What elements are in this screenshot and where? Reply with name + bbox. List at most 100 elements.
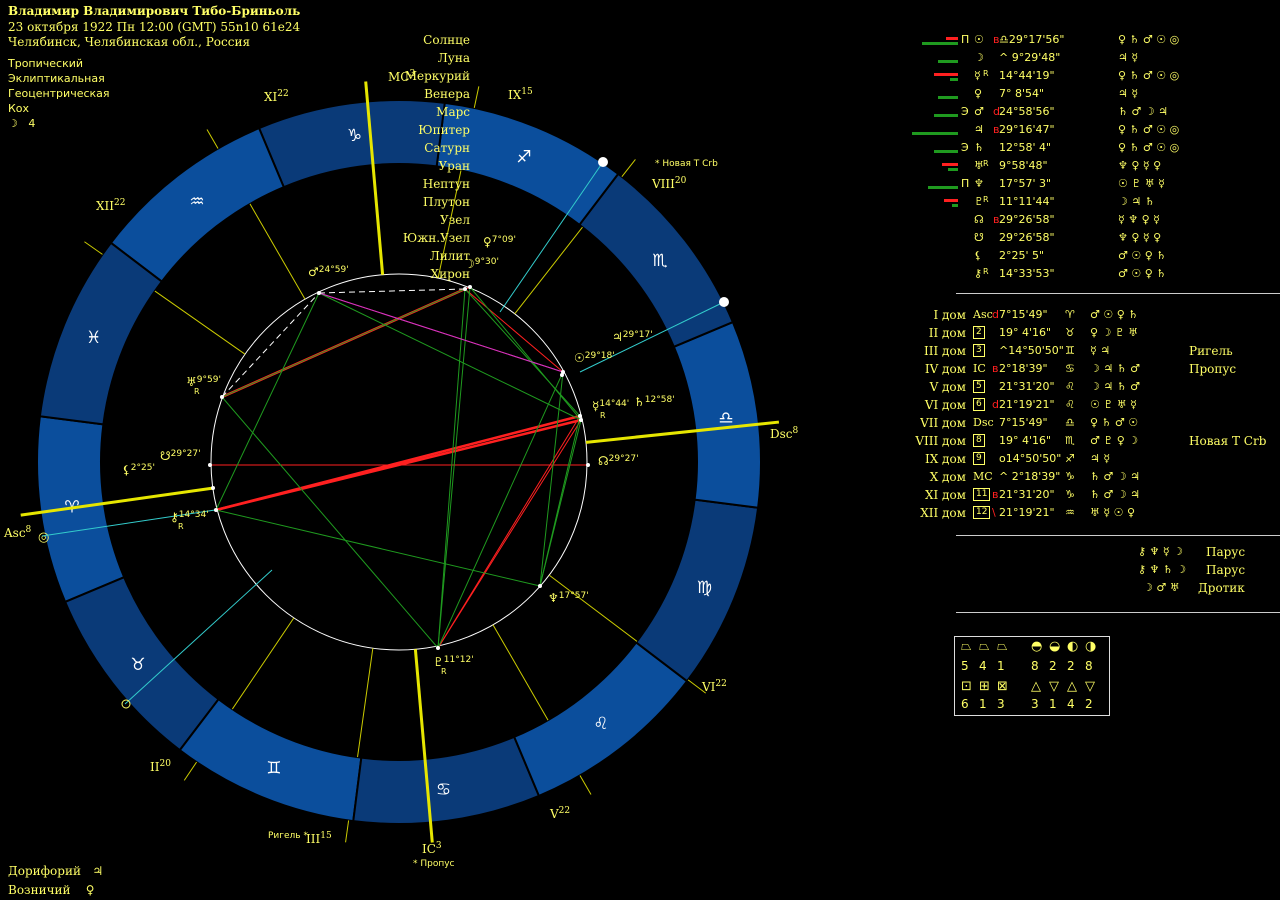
stats-value: 4 [1067, 697, 1075, 711]
planet-icon: ♀ [974, 87, 983, 100]
planet-position: 9°58'48" [999, 159, 1048, 172]
configuration-icons: ⚷ ♆ ♄ ☽ [1138, 563, 1187, 576]
house-star: Пропус [1189, 362, 1237, 376]
house-cusp-tick [345, 820, 350, 843]
planet-position: 29°16'47" [999, 123, 1055, 136]
house-cusp: MC [973, 470, 993, 483]
aspect-line [318, 292, 582, 421]
natal-chart-wheel[interactable]: ♈♉♊♋♌♍♎♏♐♑♒♓MC3IC3Asc8Dsc8◎XI22IX15XII22… [0, 0, 950, 900]
planet-point [220, 395, 224, 399]
divider [956, 293, 1280, 294]
stats-icon: ◐ [1067, 639, 1079, 654]
house-cusp: Dsc [973, 416, 994, 429]
retrograde-mark: R [983, 267, 989, 276]
planet-label: ♅9°59' R [186, 375, 221, 396]
planet-rulers: ♀ ♄ ♂ ☉ ◎ [1118, 33, 1180, 46]
retrograde-mark: R [983, 69, 989, 78]
stats-icon: △ [1067, 679, 1077, 694]
planet-point [578, 414, 582, 418]
zodiac-sign-icon: ♋ [1065, 362, 1075, 375]
house-name: IX дом [924, 452, 966, 466]
aspect-line [318, 292, 564, 373]
aspect-line [539, 419, 582, 587]
stats-value: 2 [1049, 659, 1057, 673]
planet-name: Юпитер [418, 123, 470, 137]
zodiac-segment [36, 415, 126, 604]
stats-value: 4 [979, 659, 987, 673]
position-mark: в [992, 488, 999, 501]
aspect-line [437, 371, 564, 649]
zodiac-sign-icon: ♏ [652, 251, 667, 271]
planet-point [436, 646, 440, 650]
planet-point [468, 285, 472, 289]
house-position: 19° 4'16" [999, 326, 1052, 339]
house-cusp: IC [973, 362, 986, 375]
house-rulers: ☉ ♇ ♅ ☿ [1090, 398, 1137, 411]
retrograde-mark: R [983, 195, 989, 204]
stats-value: 6 [961, 697, 969, 711]
stats-value: 3 [997, 697, 1005, 711]
house-cusp-tick [621, 159, 636, 178]
strength-bar-green [934, 150, 958, 153]
fixed-star-label: Дорифорий [8, 864, 81, 878]
retrograde-mark: R [983, 159, 989, 168]
planet-position: 12°58' 4" [999, 141, 1052, 154]
planet-point [586, 463, 590, 467]
house-position: ^14°50'50" [999, 344, 1064, 357]
planet-label: ☊29°27' [598, 454, 639, 468]
aspect-line [318, 288, 466, 294]
house-position: 7°15'49" [999, 308, 1048, 321]
stats-value: 3 [1031, 697, 1039, 711]
planet-name: Меркурий [404, 69, 470, 83]
planet-rulers: ☿ ♆ ♀ ☿ [1118, 213, 1160, 226]
star-label: Ригель * [268, 831, 308, 841]
star-marker [598, 157, 608, 167]
strength-bar-green [938, 96, 958, 99]
stats-value: 5 [961, 659, 969, 673]
planet-icon: ♄ [974, 141, 984, 154]
planet-name: Узел [440, 213, 470, 227]
zodiac-sign-icon: ♑ [1065, 488, 1075, 501]
configuration-name: Парус [1206, 563, 1246, 577]
planet-name: Нептун [422, 177, 470, 191]
house-cusp-line [514, 226, 583, 315]
stats-icon: ⊞ [979, 679, 990, 694]
planet-point [211, 486, 215, 490]
planet-point [214, 508, 218, 512]
planet-rulers: ☽ ♃ ♄ [1118, 195, 1155, 208]
strength-bar-green [948, 168, 958, 171]
planet-position: ♎29°17'56" [999, 33, 1065, 46]
aspect-line [437, 288, 466, 649]
planet-icon: ☿ [974, 69, 981, 82]
house-cusp: 8 [973, 434, 985, 447]
planet-label: ♀7°09' [483, 235, 516, 249]
aspect-line [215, 292, 320, 511]
house-number-label: VI22 [701, 679, 727, 694]
zodiac-sign-icon: ♒ [189, 192, 204, 212]
zodiac-sign-icon: ♑ [1065, 470, 1075, 483]
stats-icon: ⊠ [997, 679, 1008, 694]
house-name: XI дом [924, 488, 966, 502]
fixed-star-item: Дорифорий ♃ [8, 862, 103, 881]
house-rulers: ♂ ☉ ♀ ♄ [1090, 308, 1139, 321]
position-mark: d [992, 308, 999, 321]
house-rulers: ☿ ♃ [1090, 344, 1111, 357]
asc-label: Asc8 [3, 525, 32, 540]
planet-dignity: Э [961, 141, 969, 154]
aspect-line [221, 396, 439, 649]
stats-icon: ⊡ [961, 679, 972, 694]
house-number-label: XII22 [96, 198, 125, 213]
planet-point [560, 373, 564, 377]
stats-icon: ⏢ [997, 639, 1008, 654]
planet-rulers: ☉ ♇ ♅ ☿ [1118, 177, 1165, 190]
strength-bar-red [944, 199, 958, 202]
planet-position: 17°57' 3" [999, 177, 1052, 190]
house-position: 21°19'21" [999, 398, 1055, 411]
house-name: XII дом [920, 506, 966, 520]
house-cusp: 3 [973, 344, 985, 357]
zodiac-sign-icon: ♍ [697, 578, 712, 598]
zodiac-sign-icon: ♈ [1065, 308, 1075, 321]
planet-rulers: ♃ ☿ [1118, 87, 1139, 100]
strength-bar-red [942, 163, 958, 166]
house-name: I дом [933, 308, 966, 322]
